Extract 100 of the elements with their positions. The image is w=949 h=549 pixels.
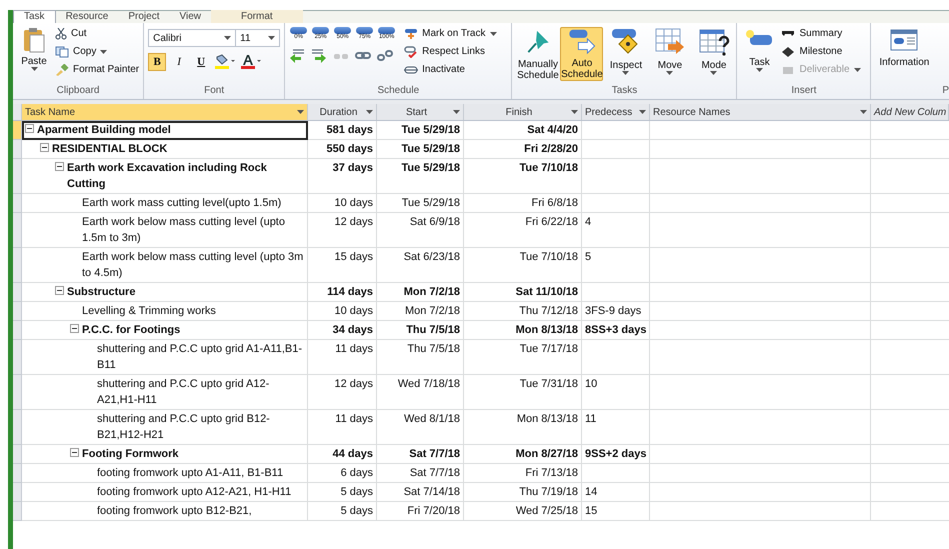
predecessor-text: 14 — [585, 486, 598, 498]
schedule-mode-button[interactable]: Auto Schedule — [560, 27, 604, 81]
finish-date: Fri 6/22/18 — [525, 216, 578, 228]
task-name: P.C.C. for Footings — [82, 323, 180, 338]
caret-icon — [571, 110, 578, 114]
schedule-mode-button[interactable]: Manually Schedule — [516, 27, 560, 81]
row-header[interactable] — [13, 321, 22, 340]
caret-icon — [268, 36, 276, 40]
start-date: Fri 7/20/18 — [407, 505, 460, 517]
row-header[interactable] — [13, 159, 22, 194]
format-toggle[interactable]: B — [148, 53, 166, 71]
row-header[interactable] — [13, 445, 22, 464]
predecessor-text: 9SS+2 days — [585, 448, 646, 460]
ribbon-tab[interactable]: Format — [211, 10, 303, 23]
predecessor-text: 3FS-9 days — [585, 305, 642, 317]
collapse-icon[interactable] — [25, 124, 34, 133]
row-header[interactable] — [13, 340, 22, 375]
ribbon-tab[interactable]: Resource — [56, 10, 118, 23]
information-button[interactable]: Information — [879, 27, 930, 84]
row-header[interactable] — [13, 140, 22, 159]
row-header[interactable] — [13, 483, 22, 502]
diamond-icon — [781, 46, 796, 58]
collapse-icon[interactable] — [55, 162, 64, 171]
task-name: Earth work Excavation including Rock Cutting — [67, 161, 268, 192]
schedule-action-button[interactable]: Respect Links — [404, 45, 496, 59]
format-painter-button[interactable]: Format Painter — [55, 63, 140, 77]
row-header[interactable] — [13, 213, 22, 248]
collapse-icon[interactable] — [55, 286, 64, 295]
track-bar-icon — [404, 28, 418, 40]
row-header[interactable] — [13, 502, 22, 521]
duration-text: 10 days — [334, 197, 373, 209]
finish-date: Wed 7/25/18 — [516, 505, 578, 517]
outdent-icon[interactable] — [289, 49, 306, 63]
start-date: Tue 5/29/18 — [402, 197, 460, 209]
copy-icon — [55, 46, 69, 58]
duration-text: 581 days — [326, 124, 373, 136]
collapse-icon[interactable] — [40, 143, 49, 152]
insert-task-button[interactable]: Task — [741, 27, 778, 84]
column-header[interactable]: Predecess — [582, 104, 650, 120]
caret-icon — [30, 67, 38, 71]
start-date: Sat 6/23/18 — [404, 251, 460, 263]
cut-button[interactable]: Cut — [55, 27, 140, 41]
column-header[interactable]: Resource Names — [650, 104, 871, 120]
column-header[interactable]: Finish — [464, 104, 582, 120]
task-name: shuttering and P.C.C upto grid B12-B21,H12-H21 — [97, 412, 271, 443]
duration-text: 114 days — [327, 286, 373, 298]
row-header[interactable] — [13, 248, 22, 283]
duration-text: 12 days — [334, 216, 373, 228]
schedule-action-button[interactable]: Mark on Track — [404, 27, 496, 41]
task-name: Earth work below mass cutting level (upto 3m to 4.5m) — [82, 250, 304, 281]
calendar-question-icon — [698, 27, 730, 57]
row-header[interactable] — [13, 464, 22, 483]
group-label: Font — [203, 84, 226, 98]
finish-date: Thu 7/19/18 — [519, 486, 578, 498]
paste-button[interactable]: Paste — [17, 27, 51, 84]
collapse-icon[interactable] — [70, 324, 79, 333]
ribbon-tab[interactable]: View — [170, 10, 211, 23]
copy-button[interactable]: Copy — [55, 45, 140, 59]
font-name-field[interactable]: Calibri — [148, 29, 236, 47]
schedule-mode-button[interactable]: Move — [648, 27, 692, 81]
predecessor-text: 11 — [585, 413, 596, 425]
finish-date: Fri 2/28/20 — [524, 143, 578, 155]
schedule-mode-button[interactable]: Inspect — [604, 27, 648, 81]
predecessor-text: 15 — [585, 505, 598, 517]
finish-date: Mon 8/27/18 — [516, 448, 578, 460]
duration-text: 15 days — [334, 251, 373, 263]
schedule-mode-button[interactable]: Mode — [692, 27, 736, 81]
broken-link-icon[interactable] — [377, 49, 394, 63]
indent-icon[interactable] — [311, 49, 328, 63]
collapse-icon[interactable] — [70, 448, 79, 457]
row-header[interactable] — [13, 410, 22, 445]
row-header[interactable] — [13, 375, 22, 410]
caret-icon — [622, 71, 630, 75]
column-header[interactable]: Duration — [308, 104, 377, 120]
insert-item-button[interactable]: Summary — [781, 27, 861, 41]
schedule-action-button[interactable]: Inactivate — [404, 63, 496, 77]
font-color-icon[interactable] — [240, 54, 262, 70]
finish-date: Sat 11/10/18 — [516, 286, 578, 298]
caret-icon — [490, 32, 496, 36]
duration-text: 12 days — [334, 378, 373, 390]
start-date: Sat 7/7/18 — [409, 448, 460, 460]
row-header[interactable] — [13, 302, 22, 321]
duration-text: 11 days — [335, 413, 373, 425]
paintbrush-icon — [55, 64, 69, 76]
ribbon-tab[interactable]: Task — [13, 10, 56, 23]
scissors-icon — [55, 28, 67, 40]
format-toggle[interactable]: I — [170, 53, 188, 71]
row-header[interactable] — [13, 283, 22, 302]
column-header[interactable]: Start — [377, 104, 464, 120]
row-header[interactable] — [13, 194, 22, 213]
ribbon-tab[interactable]: Project — [118, 10, 170, 23]
task-name: Aparment Building model — [37, 123, 171, 138]
start-date: Sat 6/9/18 — [410, 216, 460, 228]
column-header[interactable]: Task Name — [22, 104, 308, 120]
format-toggle[interactable]: U — [192, 53, 210, 71]
insert-item-button[interactable]: Milestone — [781, 45, 861, 59]
fill-color-icon[interactable] — [214, 54, 236, 70]
font-size-field[interactable]: 11 — [236, 29, 280, 47]
column-header[interactable]: Add New Colum — [871, 104, 949, 120]
finish-date: Sat 4/4/20 — [527, 124, 578, 136]
